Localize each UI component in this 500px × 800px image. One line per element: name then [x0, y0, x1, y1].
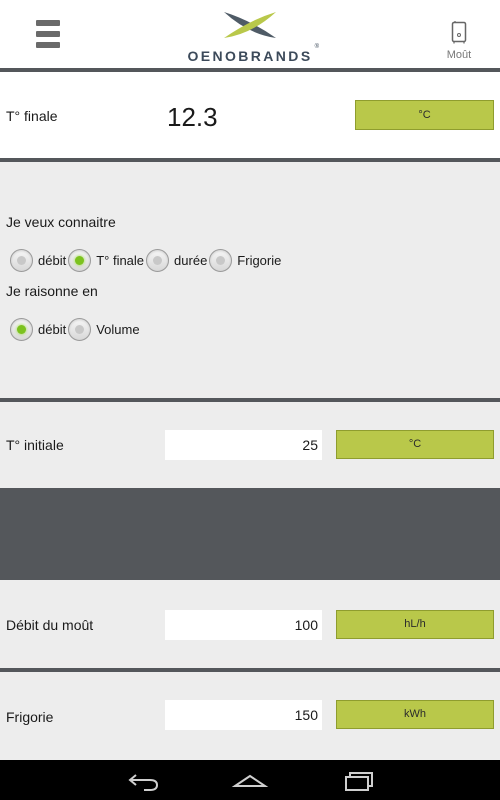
radio-button[interactable] — [68, 317, 92, 341]
radio-duree[interactable]: durée — [146, 248, 208, 272]
radio-reason-volume[interactable]: Volume — [68, 317, 140, 341]
debit-input[interactable] — [165, 610, 322, 640]
final-temp-value: 12.3 — [167, 102, 218, 132]
recent-apps-icon[interactable] — [336, 768, 380, 794]
system-navigation-bar — [0, 760, 500, 800]
radio-reason-debit[interactable]: débit — [10, 317, 67, 341]
oenobrands-logo: OENOBRANDS ® — [180, 10, 320, 66]
radio-label: débit — [38, 252, 67, 268]
radio-label: T° finale — [96, 252, 145, 268]
radio-frigorie[interactable]: Frigorie — [209, 248, 282, 272]
debit-section: Débit du moût hL/h — [0, 580, 500, 668]
debit-label: Débit du moût — [6, 617, 94, 633]
home-icon[interactable] — [228, 768, 272, 794]
final-unit-button[interactable]: °C — [355, 100, 494, 130]
initial-temp-section: T° initiale °C — [0, 402, 500, 488]
know-title: Je veux connaitre — [6, 214, 116, 230]
frigorie-label: Frigorie — [6, 709, 54, 725]
app-header: OENOBRANDS ® Moût — [0, 0, 500, 68]
registered-mark: ® — [314, 44, 319, 50]
mout-button[interactable]: Moût — [436, 20, 482, 64]
logo-text: OENOBRANDS — [187, 48, 313, 64]
radio-debit[interactable]: débit — [10, 248, 67, 272]
final-temp-label: T° finale — [6, 108, 58, 124]
radio-label: débit — [38, 321, 67, 337]
reason-radio-group: débit Volume — [10, 317, 142, 341]
radio-label: Volume — [96, 321, 140, 337]
radio-button[interactable] — [10, 248, 33, 272]
know-radio-group: débit T° finale durée Frigorie — [10, 248, 283, 272]
initial-temp-label: T° initiale — [6, 437, 64, 453]
frigorie-section: Frigorie kWh — [0, 672, 500, 760]
radio-button[interactable] — [68, 248, 92, 272]
radio-label: Frigorie — [237, 252, 282, 268]
initial-temp-input[interactable] — [165, 430, 322, 460]
tank-icon — [451, 21, 467, 44]
initial-unit-button[interactable]: °C — [336, 430, 494, 459]
result-section: T° finale 12.3 °C — [0, 72, 500, 158]
mout-label: Moût — [446, 49, 472, 61]
menu-icon[interactable] — [36, 20, 62, 50]
radio-label: durée — [174, 252, 208, 268]
radio-button[interactable] — [209, 248, 233, 272]
radio-button[interactable] — [146, 248, 170, 272]
debit-unit-button[interactable]: hL/h — [336, 610, 494, 639]
radio-button[interactable] — [10, 317, 33, 341]
frigorie-unit-button[interactable]: kWh — [336, 700, 494, 729]
frigorie-input[interactable] — [165, 700, 322, 730]
dark-separator — [0, 488, 500, 580]
radio-t-finale[interactable]: T° finale — [68, 248, 145, 272]
reason-title: Je raisonne en — [6, 283, 98, 299]
options-section: Je veux connaitre débit T° finale durée … — [0, 162, 500, 398]
back-icon[interactable] — [122, 768, 166, 794]
